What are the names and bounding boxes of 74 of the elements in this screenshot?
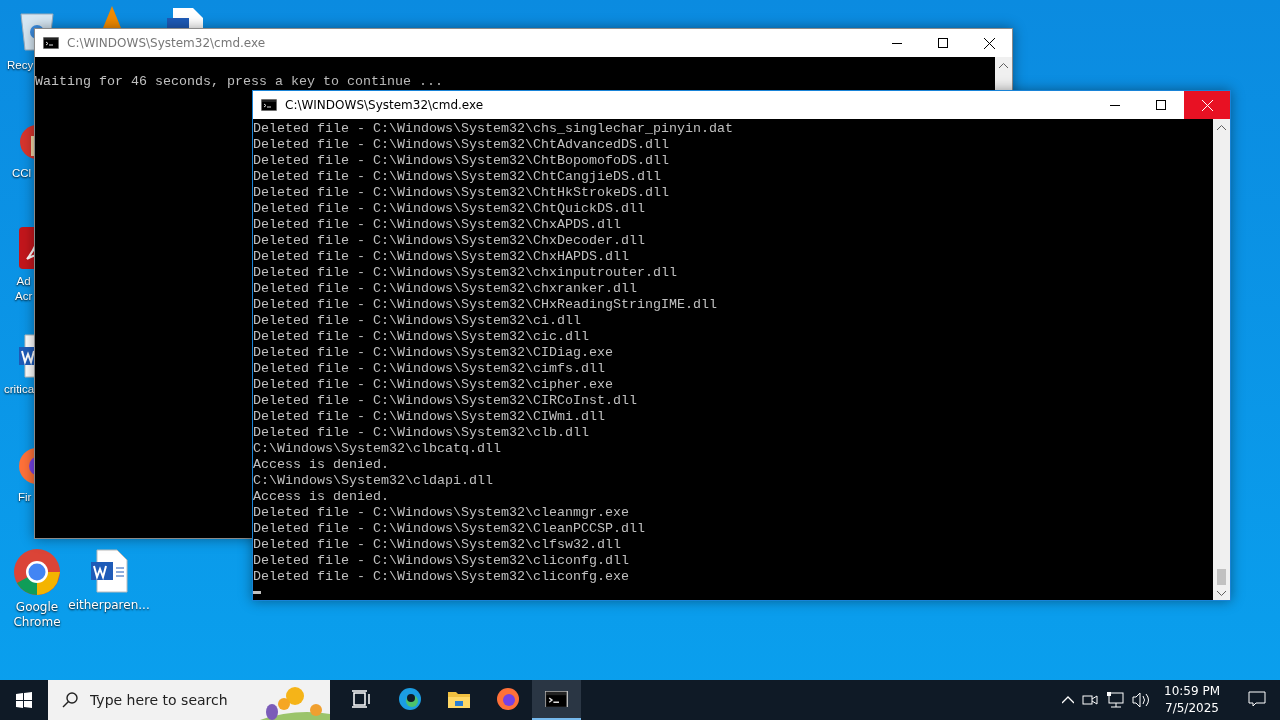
console-line: Deleted file - C:\Windows\System32\clb.dll [253,425,590,441]
scrollbar[interactable] [995,57,1012,90]
console-line: Deleted file - C:\Windows\System32\CIWmi.dll [253,409,606,425]
scroll-up-icon [1217,125,1226,130]
console-line: Deleted file - C:\Windows\System32\cic.dll [253,329,590,345]
maximize-icon [938,38,948,48]
console-line: Access is denied. [253,457,390,473]
console-line: Access is denied. [253,489,390,505]
console-line: Deleted file - C:\Windows\System32\ChtAdvancedDS.dll [253,137,670,153]
console-line: Deleted file - C:\Windows\System32\ChtQuickDS.dll [253,201,646,217]
console-line: Deleted file - C:\Windows\System32\CIDiag.exe [253,345,614,361]
word-document-icon [89,548,129,594]
window-title: C:\WINDOWS\System32\cmd.exe [285,98,485,112]
firefox-icon [495,687,520,711]
minimize-icon [892,42,902,44]
console-line: Deleted file - C:\Windows\System32\chs_singlechar_pinyin.dat [253,121,734,137]
console-line: Deleted file - C:\Windows\System32\ChtCangjieDS.dll [253,169,662,185]
maximize-icon [1156,100,1166,110]
text-cursor [253,591,261,594]
console-line: Deleted file - C:\Windows\System32\cimfs.dll [253,361,606,377]
scroll-up-icon [999,63,1008,68]
console-line: Waiting for 46 seconds, press a key to continue ... [35,74,444,90]
console-line: Deleted file - C:\Windows\System32\chxranker.dll [253,281,638,297]
windows-logo-icon [16,692,32,708]
scrollbar[interactable] [1213,119,1230,600]
desktop-icon-label[interactable]: Fir [18,490,32,505]
console-line: Deleted file - C:\Windows\System32\cipher.exe [253,377,614,393]
clock-time: 10:59 PM [1164,683,1220,700]
chevron-up-icon[interactable] [1062,696,1074,704]
network-icon[interactable] [1106,692,1124,708]
camera-icon[interactable] [1082,693,1098,707]
scroll-thumb[interactable] [1217,569,1226,585]
notification-icon [1248,691,1266,707]
speaker-icon[interactable] [1132,692,1150,708]
clock[interactable]: 10:59 PM 7/5/2025 [1158,683,1226,717]
console-icon [545,690,568,708]
console-line: Deleted file - C:\Windows\System32\CIRCoInst.dll [253,393,638,409]
scroll-down-icon [1217,591,1226,596]
desktop-icon-label[interactable]: critica [4,382,35,397]
console-line: Deleted file - C:\Windows\System32\ChtBopomofoDS.dll [253,153,670,169]
console-line: Deleted file - C:\Windows\System32\cliconfg.dll [253,553,630,569]
console-line: Deleted file - C:\Windows\System32\ChxAPDS.dll [253,217,622,233]
console-line: Deleted file - C:\Windows\System32\chxinputrouter.dll [253,265,678,281]
desktop-icon-label[interactable]: Google Chrome [13,600,61,630]
search-input[interactable]: Type here to search [88,691,272,709]
close-icon [1201,99,1213,111]
clock-date: 7/5/2025 [1165,700,1219,717]
console-line: Deleted file - C:\Windows\System32\CleanPCCSP.dll [253,521,646,537]
console-line: Deleted file - C:\Windows\System32\clfsw32.dll [253,537,622,553]
chrome-icon [13,548,61,596]
console-line: Deleted file - C:\Windows\System32\ChxDecoder.dll [253,233,646,249]
minimize-icon [1110,104,1120,106]
search-box[interactable]: Type here to search [48,680,330,720]
console-line: Deleted file - C:\Windows\System32\ChxHAPDS.dll [253,249,630,265]
taskbar-app-button[interactable] [532,680,581,720]
window-title: C:\WINDOWS\System32\cmd.exe [67,36,267,50]
desktop-icon-label[interactable]: eitherparen... [68,598,150,613]
console-line: C:\Windows\System32\cldapi.dll [253,473,494,489]
console-icon [261,99,277,111]
edge-icon [397,687,422,711]
task-view-icon [350,690,371,708]
desktop-icon-label[interactable]: Ad Acr [15,274,33,304]
console-line: Deleted file - C:\Windows\System32\cliconfg.exe [253,569,630,585]
search-icon [62,692,78,708]
close-icon [983,37,995,49]
desktop-icon-label[interactable]: Recy [7,58,34,73]
console-icon [43,37,59,49]
console-line: Deleted file - C:\Windows\System32\ChtHkStrokeDS.dll [253,185,670,201]
console-line: Deleted file - C:\Windows\System32\ci.dll [253,313,582,329]
folder-icon [446,689,471,709]
console-line: C:\Windows\System32\clbcatq.dll [253,441,502,457]
desktop-icon-label[interactable]: CCl [12,166,32,181]
console-line: Deleted file - C:\Windows\System32\CHxReadingStringIME.dll [253,297,718,313]
console-line: Deleted file - C:\Windows\System32\cleanmgr.exe [253,505,630,521]
